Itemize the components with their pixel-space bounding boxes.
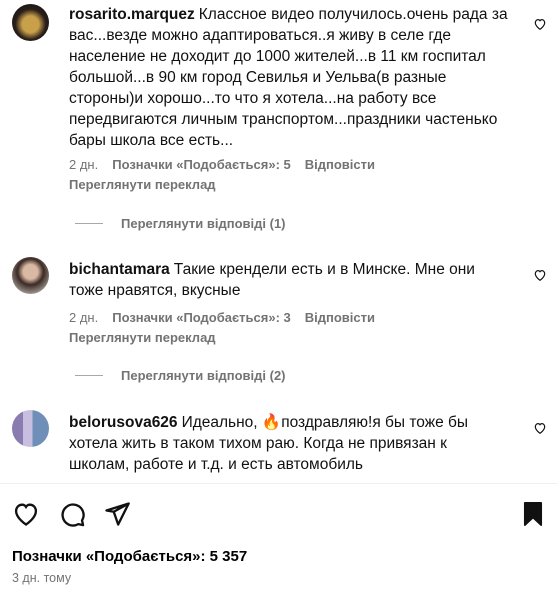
avatar[interactable] (12, 257, 49, 294)
paper-plane-icon[interactable] (103, 500, 131, 528)
divider (0, 483, 557, 484)
reply-button[interactable]: Відповісти (305, 157, 375, 172)
comment-text-start: Идеально, (181, 414, 262, 431)
heart-icon[interactable] (533, 17, 547, 31)
comment-text: Классное видео получилось.очень рада за … (69, 6, 508, 149)
avatar[interactable] (12, 410, 49, 447)
heart-icon[interactable] (533, 421, 547, 435)
comment-icon[interactable] (58, 500, 86, 528)
see-translation-button[interactable]: Переглянути переклад (69, 330, 216, 345)
view-replies-label: Переглянути відповіді (1) (121, 216, 286, 231)
comment-likes[interactable]: Позначки «Подобається»: 3 (112, 310, 291, 325)
see-translation-button[interactable]: Переглянути переклад (69, 177, 216, 192)
comment-age[interactable]: 2 дн. (69, 310, 98, 325)
comment-body: rosarito.marquez Классное видео получилос… (69, 4, 509, 151)
heart-icon[interactable] (533, 268, 547, 282)
avatar[interactable] (12, 4, 49, 41)
likes-count[interactable]: Позначки «Подобається»: 5 357 (12, 548, 247, 565)
comment-body: belorusova626 Идеально, 🔥поздравляю!я бы … (69, 412, 509, 475)
heart-icon[interactable] (12, 500, 40, 528)
fire-emoji: 🔥 (261, 414, 282, 431)
comment-body: bichantamara Такие крендели есть и в Минс… (69, 259, 509, 301)
comment-meta: 2 дн. Позначки «Подобається»: 5 Відповіс… (69, 157, 375, 172)
replies-divider-line (75, 375, 103, 376)
post-date[interactable]: 3 дн. тому (12, 571, 71, 585)
view-replies-button[interactable]: Переглянути відповіді (1) (75, 216, 286, 231)
reply-button[interactable]: Відповісти (305, 310, 375, 325)
comment-age[interactable]: 2 дн. (69, 157, 98, 172)
comment-username[interactable]: belorusova626 (69, 414, 178, 431)
view-replies-button[interactable]: Переглянути відповіді (2) (75, 368, 286, 383)
replies-divider-line (75, 223, 103, 224)
comment-username[interactable]: rosarito.marquez (69, 6, 195, 23)
bookmark-icon[interactable] (519, 500, 547, 528)
comment-meta: 2 дн. Позначки «Подобається»: 3 Відповіс… (69, 310, 375, 325)
comment-likes[interactable]: Позначки «Подобається»: 5 (112, 157, 291, 172)
comment-username[interactable]: bichantamara (69, 261, 170, 278)
view-replies-label: Переглянути відповіді (2) (121, 368, 286, 383)
